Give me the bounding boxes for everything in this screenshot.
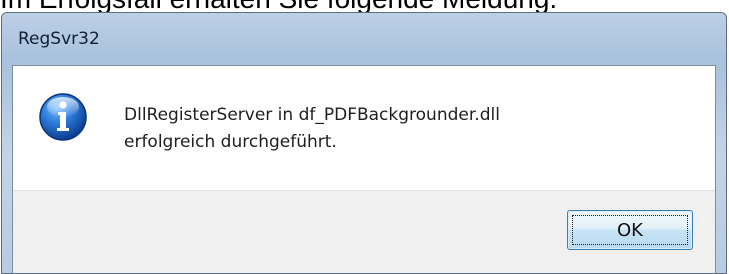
ok-button[interactable]: OK (567, 210, 693, 250)
dialog-message: DllRegisterServer in df_PDFBackgrounder.… (124, 102, 694, 156)
dialog-client-area: DllRegisterServer in df_PDFBackgrounder.… (12, 65, 716, 273)
button-bar: OK (13, 190, 715, 273)
message-dialog: RegSvr32 DllRegisterServer in df_PDFBack… (1, 12, 727, 274)
page: Im Erfolgsfall erhalten Sie folgende Mel… (0, 0, 729, 274)
dialog-titlebar[interactable]: RegSvr32 (2, 13, 726, 65)
dialog-title: RegSvr32 (18, 29, 100, 49)
message-line-1: DllRegisterServer in df_PDFBackgrounder.… (124, 105, 500, 125)
ok-button-label: OK (572, 215, 688, 245)
message-area: DllRegisterServer in df_PDFBackgrounder.… (13, 66, 715, 190)
message-line-2: erfolgreich durchgeführt. (124, 132, 337, 152)
info-icon (39, 93, 87, 141)
